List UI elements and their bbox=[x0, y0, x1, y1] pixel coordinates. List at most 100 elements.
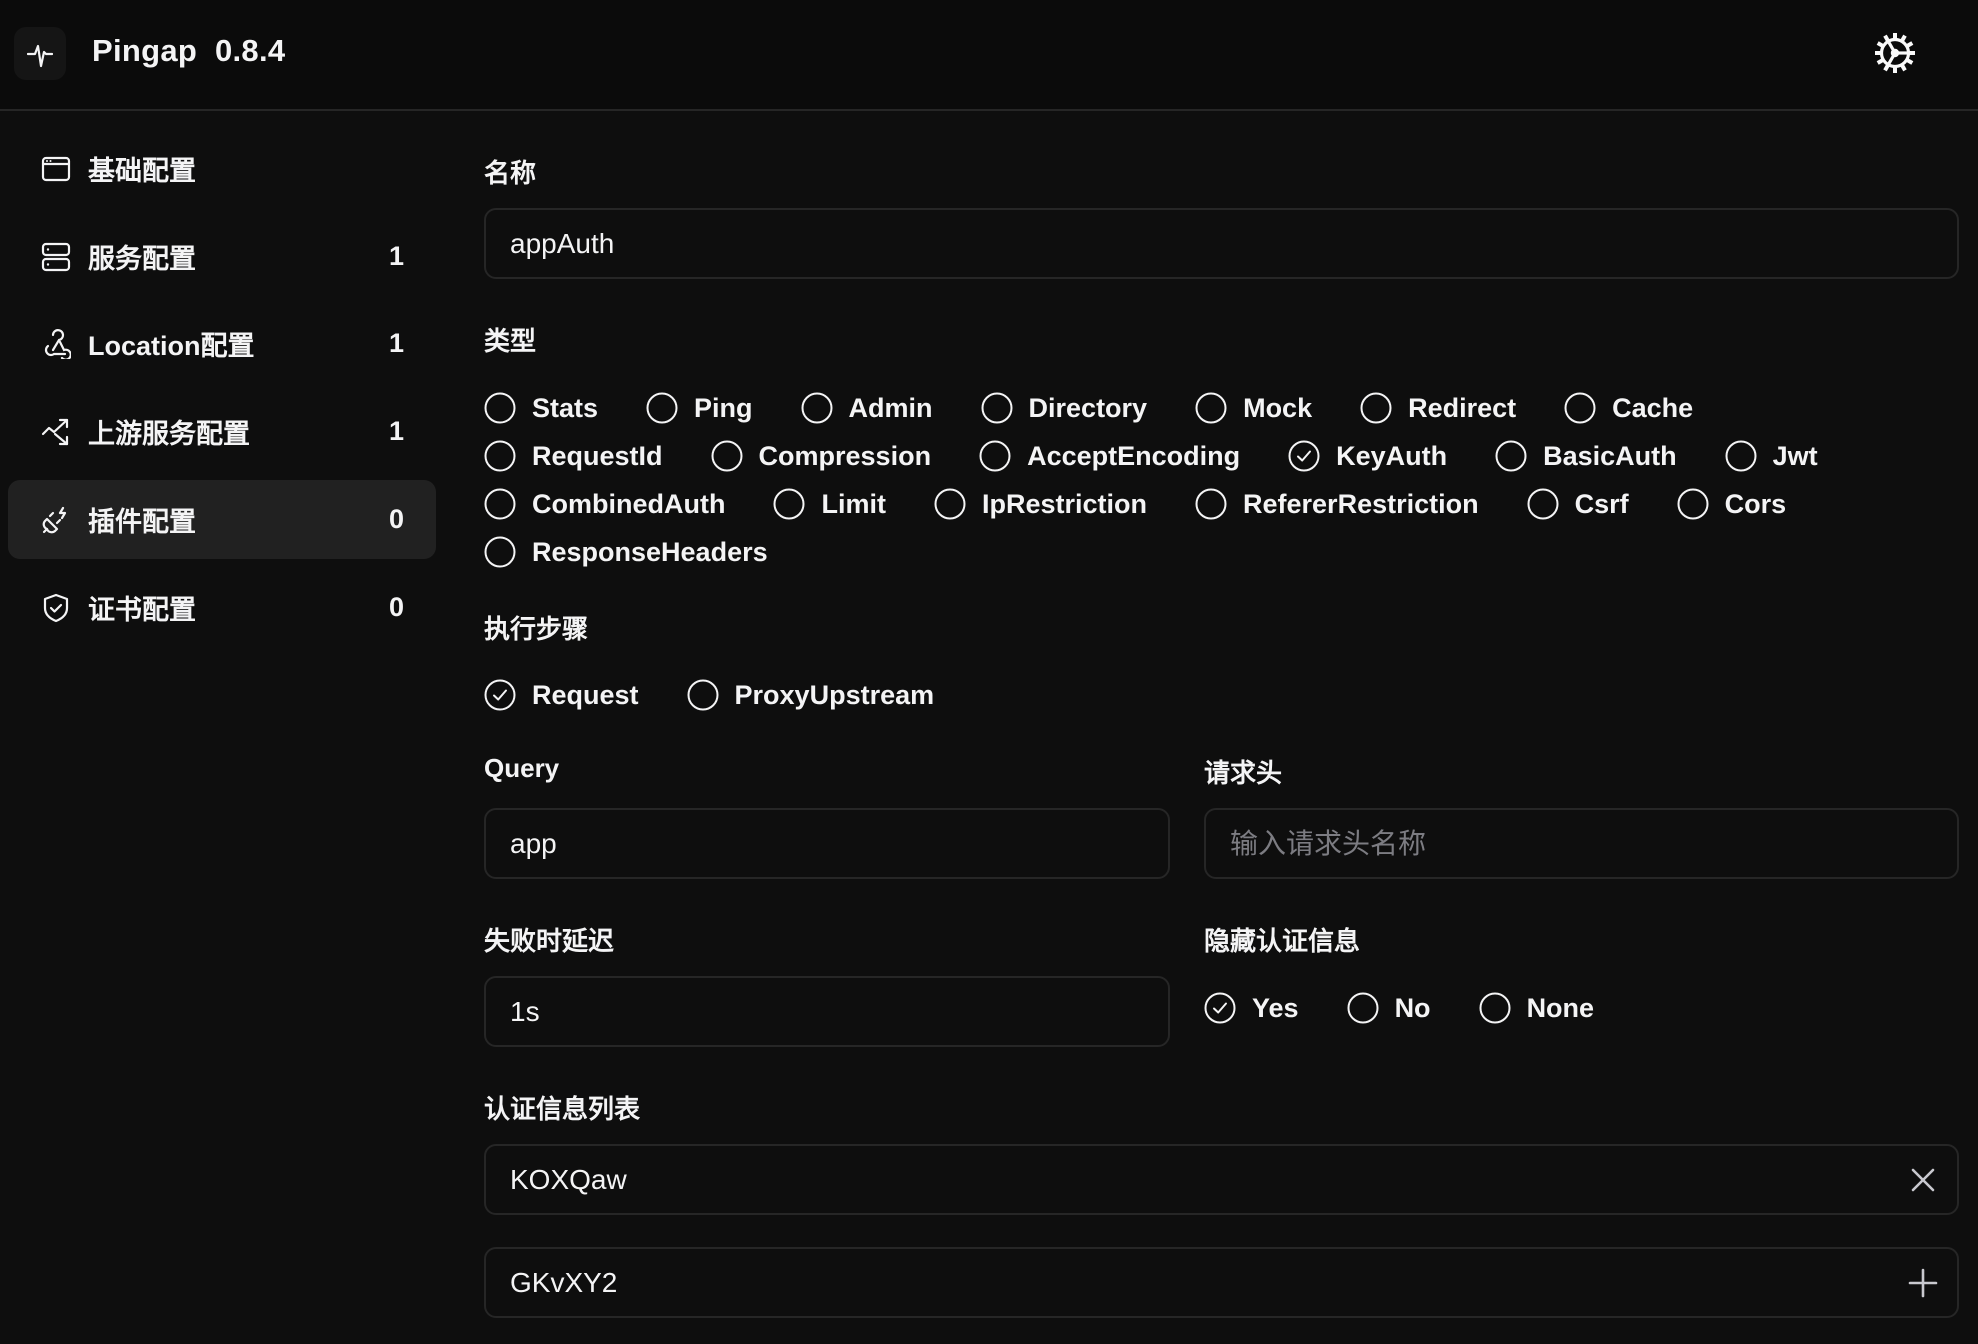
sidebar-item-count: 1 bbox=[388, 416, 404, 446]
query-field[interactable] bbox=[484, 808, 1170, 879]
radio-option[interactable]: Mock bbox=[1195, 388, 1312, 428]
radio-label: Admin bbox=[848, 392, 933, 423]
radio-unchecked-icon bbox=[484, 440, 516, 472]
step-label: 执行步骤 bbox=[484, 614, 589, 644]
sidebar-item-plugins[interactable]: 插件配置 0 bbox=[8, 480, 436, 559]
app-version: 0.8.4 bbox=[214, 33, 286, 68]
radio-option[interactable]: Cache bbox=[1564, 388, 1693, 428]
radio-label: ResponseHeaders bbox=[532, 536, 768, 567]
radio-unchecked-icon bbox=[646, 392, 678, 424]
radio-unchecked-icon bbox=[1360, 392, 1392, 424]
radio-option[interactable]: Yes bbox=[1204, 988, 1299, 1028]
category-row: Stats Ping Admin Directory Mock Redirect Cache bbox=[484, 388, 1741, 428]
plug-zap-icon bbox=[40, 504, 72, 536]
radio-label: Cache bbox=[1612, 392, 1694, 423]
shield-check-icon bbox=[40, 592, 72, 624]
radio-label: ProxyUpstream bbox=[734, 679, 935, 710]
route-arrows-icon bbox=[40, 416, 72, 448]
radio-label: Directory bbox=[1028, 392, 1148, 423]
radio-option[interactable]: Cors bbox=[1677, 484, 1787, 524]
app-title: Pingap 0.8.4 bbox=[92, 33, 285, 69]
radio-option[interactable]: Jwt bbox=[1725, 436, 1818, 476]
radio-unchecked-icon bbox=[1677, 488, 1709, 520]
key-item[interactable] bbox=[484, 1247, 1959, 1318]
sidebar-item-upstreams[interactable]: 上游服务配置 1 bbox=[8, 392, 436, 471]
radio-label: Ping bbox=[694, 392, 753, 423]
query-input[interactable] bbox=[486, 810, 1168, 877]
radio-label: Csrf bbox=[1574, 488, 1629, 519]
header-label: 请求头 bbox=[1204, 758, 1283, 788]
browser-window-icon bbox=[40, 153, 72, 185]
sidebar-item-label: 上游服务配置 bbox=[88, 419, 250, 449]
radio-option[interactable]: ResponseHeaders bbox=[484, 532, 768, 572]
remove-key-button[interactable] bbox=[1905, 1162, 1941, 1198]
radio-label: Compression bbox=[758, 440, 932, 471]
radio-option[interactable]: Limit bbox=[773, 484, 886, 524]
settings-button[interactable] bbox=[1872, 30, 1918, 76]
radio-option[interactable]: None bbox=[1479, 988, 1594, 1028]
radio-unchecked-icon bbox=[934, 488, 966, 520]
radio-option[interactable]: IpRestriction bbox=[934, 484, 1147, 524]
radio-label: Yes bbox=[1252, 992, 1299, 1023]
sidebar-item-services[interactable]: 服务配置 1 bbox=[8, 217, 436, 296]
sidebar-item-certificates[interactable]: 证书配置 0 bbox=[8, 568, 436, 647]
logo[interactable] bbox=[14, 27, 66, 80]
sidebar-item-count: 1 bbox=[388, 241, 404, 271]
key-item[interactable] bbox=[484, 1144, 1959, 1215]
delay-input[interactable] bbox=[486, 978, 1168, 1045]
radio-option[interactable]: Directory bbox=[981, 388, 1148, 428]
name-input[interactable] bbox=[486, 210, 1957, 277]
radio-unchecked-icon bbox=[1479, 992, 1511, 1024]
radio-unchecked-icon bbox=[981, 392, 1013, 424]
radio-option[interactable]: Request bbox=[484, 675, 639, 715]
category-label: 类型 bbox=[484, 326, 537, 356]
radio-option[interactable]: Csrf bbox=[1527, 484, 1629, 524]
delay-field[interactable] bbox=[484, 976, 1170, 1047]
radio-option[interactable]: RequestId bbox=[484, 436, 663, 476]
radio-label: Mock bbox=[1243, 392, 1313, 423]
radio-label: No bbox=[1394, 992, 1431, 1023]
radio-option[interactable]: Redirect bbox=[1360, 388, 1516, 428]
query-label: Query bbox=[484, 753, 560, 783]
radio-option[interactable]: ProxyUpstream bbox=[687, 675, 935, 715]
add-key-button[interactable] bbox=[1905, 1265, 1941, 1301]
radio-option[interactable]: KeyAuth bbox=[1288, 436, 1447, 476]
radio-unchecked-icon bbox=[1564, 392, 1596, 424]
radio-option[interactable]: No bbox=[1347, 988, 1431, 1028]
radio-label: KeyAuth bbox=[1336, 440, 1448, 471]
radio-option[interactable]: Ping bbox=[646, 388, 753, 428]
radio-option[interactable]: Compression bbox=[711, 436, 932, 476]
step-radio-group: Request ProxyUpstream bbox=[484, 675, 982, 715]
radio-unchecked-icon bbox=[484, 392, 516, 424]
radio-option[interactable]: CombinedAuth bbox=[484, 484, 725, 524]
hide-credentials-label: 隐藏认证信息 bbox=[1204, 926, 1361, 956]
radio-option[interactable]: Admin bbox=[801, 388, 933, 428]
radio-option[interactable]: Stats bbox=[484, 388, 598, 428]
radio-unchecked-icon bbox=[1725, 440, 1757, 472]
radio-unchecked-icon bbox=[484, 536, 516, 568]
radio-label: IpRestriction bbox=[981, 488, 1148, 519]
radio-label: Cors bbox=[1724, 488, 1787, 519]
sidebar-item-label: 基础配置 bbox=[88, 156, 196, 186]
radio-label: CombinedAuth bbox=[532, 488, 726, 519]
sidebar-item-label: Location配置 bbox=[88, 331, 255, 361]
name-field[interactable] bbox=[484, 208, 1959, 279]
sidebar-item-basic[interactable]: 基础配置 bbox=[8, 129, 436, 208]
radio-label: BasicAuth bbox=[1543, 440, 1677, 471]
name-label: 名称 bbox=[484, 158, 537, 188]
radio-option[interactable]: BasicAuth bbox=[1495, 436, 1677, 476]
sidebar-item-count: 0 bbox=[388, 504, 404, 534]
radio-option[interactable]: RefererRestriction bbox=[1195, 484, 1479, 524]
category-row: ResponseHeaders bbox=[484, 532, 816, 572]
key-input[interactable] bbox=[486, 1146, 1957, 1213]
radio-label: RequestId bbox=[532, 440, 663, 471]
sidebar-item-count: 1 bbox=[388, 328, 404, 358]
app-header: Pingap 0.8.4 bbox=[0, 0, 1978, 111]
radio-option[interactable]: AcceptEncoding bbox=[979, 436, 1240, 476]
key-input[interactable] bbox=[486, 1249, 1957, 1316]
header-field[interactable] bbox=[1204, 808, 1959, 879]
radio-unchecked-icon bbox=[1195, 488, 1227, 520]
sidebar-item-locations[interactable]: Location配置 1 bbox=[8, 304, 436, 383]
header-input[interactable] bbox=[1206, 810, 1957, 877]
radio-unchecked-icon bbox=[711, 440, 743, 472]
